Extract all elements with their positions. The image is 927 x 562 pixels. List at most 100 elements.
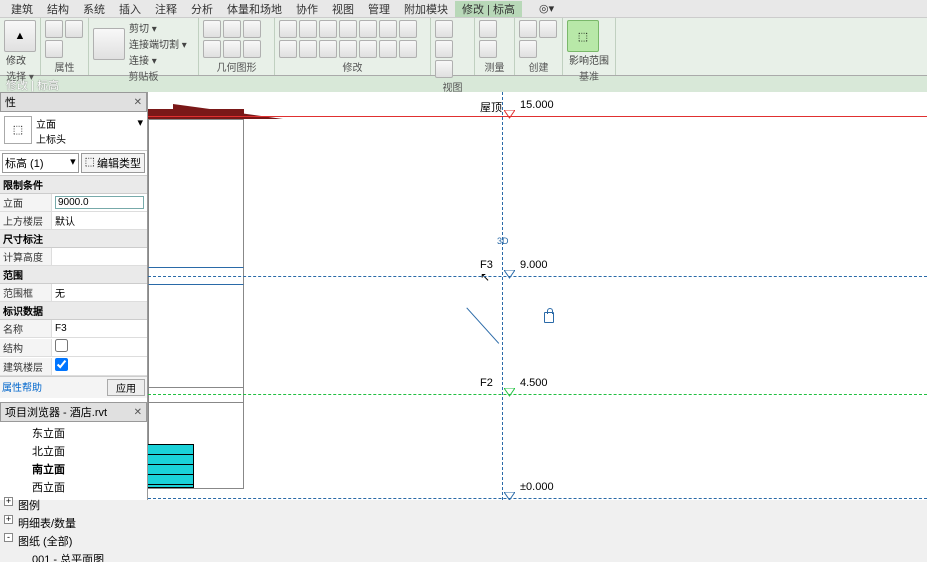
- range-box-value[interactable]: 无: [52, 284, 147, 301]
- menu-item[interactable]: 管理: [361, 1, 397, 17]
- level-elevation-label[interactable]: 4.500: [520, 377, 548, 389]
- dimension-icon[interactable]: [479, 40, 497, 58]
- copy-icon[interactable]: [299, 20, 317, 38]
- geom-icon[interactable]: [223, 40, 241, 58]
- name-value[interactable]: F3: [52, 322, 147, 335]
- dropdown-icon[interactable]: ▾: [137, 116, 143, 146]
- level-line[interactable]: [148, 394, 927, 395]
- level-head-icon[interactable]: [504, 110, 515, 121]
- menu-item[interactable]: 附加模块: [397, 1, 455, 17]
- building-floor-checkbox[interactable]: [55, 358, 68, 371]
- level-line[interactable]: [148, 498, 927, 499]
- propagate-extents-icon[interactable]: ⬚: [567, 20, 599, 52]
- create-icon[interactable]: [539, 20, 557, 38]
- geom-icon[interactable]: [203, 40, 221, 58]
- prop-label: 上方楼层: [0, 212, 52, 229]
- extent-3d-toggle[interactable]: 3D: [497, 236, 509, 246]
- menu-item-modify-level[interactable]: 修改 | 标高: [455, 1, 522, 17]
- type-name[interactable]: 立面 上标头: [36, 116, 133, 146]
- array-icon[interactable]: [379, 20, 397, 38]
- drawing-canvas[interactable]: 3D ↖ 屋顶15.000F39.000F24.500±0.000: [148, 92, 927, 500]
- wall-element[interactable]: [148, 119, 244, 489]
- align-icon[interactable]: [319, 40, 337, 58]
- tree-item[interactable]: +图例: [0, 496, 147, 514]
- extra-icon[interactable]: [399, 40, 417, 58]
- menu-item[interactable]: 系统: [76, 1, 112, 17]
- tree-item[interactable]: -图纸 (全部): [0, 532, 147, 550]
- move-icon[interactable]: [279, 20, 297, 38]
- menu-item[interactable]: 结构: [40, 1, 76, 17]
- geom-icon[interactable]: [203, 20, 221, 38]
- lock-icon[interactable]: [544, 312, 554, 323]
- menu-item[interactable]: 建筑: [4, 1, 40, 17]
- edit-type-button[interactable]: ⬚ 编辑类型: [81, 153, 145, 173]
- scale-icon[interactable]: [279, 40, 297, 58]
- above-value[interactable]: 默认: [52, 212, 147, 229]
- tree-item[interactable]: 西立面: [0, 478, 147, 496]
- join-cut-button[interactable]: 连接端切割 ▾: [127, 36, 189, 51]
- floor-slab-f2[interactable]: [148, 387, 244, 403]
- level-name-label[interactable]: 屋顶: [480, 99, 502, 115]
- elevation-input[interactable]: [55, 196, 144, 209]
- tree-item[interactable]: 东立面: [0, 424, 147, 442]
- trim-icon[interactable]: [339, 20, 357, 38]
- level-elevation-label[interactable]: 15.000: [520, 99, 554, 111]
- type-properties-icon[interactable]: [65, 20, 83, 38]
- structure-checkbox[interactable]: [55, 339, 68, 352]
- menu-item[interactable]: 体量和场地: [220, 1, 289, 17]
- create-icon[interactable]: [519, 20, 537, 38]
- view-icon[interactable]: [435, 20, 453, 38]
- family-icon[interactable]: [45, 40, 63, 58]
- menu-item[interactable]: 分析: [184, 1, 220, 17]
- level-elevation-label[interactable]: ±0.000: [520, 481, 554, 493]
- properties-help-link[interactable]: 属性帮助: [2, 379, 42, 396]
- level-head-icon[interactable]: [504, 492, 515, 500]
- level-elevation-label[interactable]: 9.000: [520, 259, 548, 271]
- tree-item[interactable]: 001 - 总平面图: [0, 550, 147, 562]
- instance-selector[interactable]: 标高 (1) ▾: [2, 153, 79, 173]
- project-browser-header[interactable]: 项目浏览器 - 酒店.rvt ✕: [0, 402, 147, 422]
- offset-icon[interactable]: [299, 40, 317, 58]
- cut-button[interactable]: 剪切 ▾: [127, 20, 189, 35]
- menu-item[interactable]: 协作: [289, 1, 325, 17]
- rotate-icon[interactable]: [319, 20, 337, 38]
- calc-height-value[interactable]: [52, 256, 147, 258]
- tree-toggle-icon[interactable]: +: [4, 515, 13, 524]
- level-line[interactable]: [148, 116, 927, 117]
- level-head-icon[interactable]: [504, 270, 515, 281]
- geom-icon[interactable]: [243, 20, 261, 38]
- level-name-label[interactable]: F2: [480, 377, 493, 389]
- properties-icon[interactable]: [45, 20, 63, 38]
- create-icon[interactable]: [519, 40, 537, 58]
- join-button[interactable]: 连接 ▾: [127, 52, 189, 67]
- tree-toggle-icon[interactable]: +: [4, 497, 13, 506]
- view-icon[interactable]: [435, 40, 453, 58]
- paste-icon[interactable]: [93, 28, 125, 60]
- menu-item[interactable]: 插入: [112, 1, 148, 17]
- extra-icon[interactable]: [379, 40, 397, 58]
- project-browser-tree[interactable]: 东立面北立面南立面西立面+图例+明细表/数量-图纸 (全部)001 - 总平面图…: [0, 422, 147, 562]
- measure-icon[interactable]: [479, 20, 497, 38]
- properties-header[interactable]: 性 ✕: [0, 92, 147, 112]
- delete-icon[interactable]: [359, 40, 377, 58]
- level-name-label[interactable]: F3: [480, 259, 493, 271]
- menu-item[interactable]: 视图: [325, 1, 361, 17]
- geom-icon[interactable]: [223, 20, 241, 38]
- close-icon[interactable]: ✕: [134, 97, 142, 108]
- pin-icon[interactable]: [339, 40, 357, 58]
- apply-button[interactable]: 应用: [107, 379, 145, 396]
- mirror-icon[interactable]: [399, 20, 417, 38]
- tree-item[interactable]: +明细表/数量: [0, 514, 147, 532]
- modify-tool-icon[interactable]: ▲: [4, 20, 36, 52]
- close-icon[interactable]: ✕: [134, 407, 142, 418]
- menu-extra-icon[interactable]: ◎▾: [532, 2, 561, 15]
- level-head-icon[interactable]: [504, 388, 515, 399]
- tree-item[interactable]: 南立面: [0, 460, 147, 478]
- view-icon[interactable]: [435, 60, 453, 78]
- tree-toggle-icon[interactable]: -: [4, 533, 13, 542]
- level-line[interactable]: [148, 276, 927, 277]
- geom-icon[interactable]: [243, 40, 261, 58]
- split-icon[interactable]: [359, 20, 377, 38]
- tree-item[interactable]: 北立面: [0, 442, 147, 460]
- menu-item[interactable]: 注释: [148, 1, 184, 17]
